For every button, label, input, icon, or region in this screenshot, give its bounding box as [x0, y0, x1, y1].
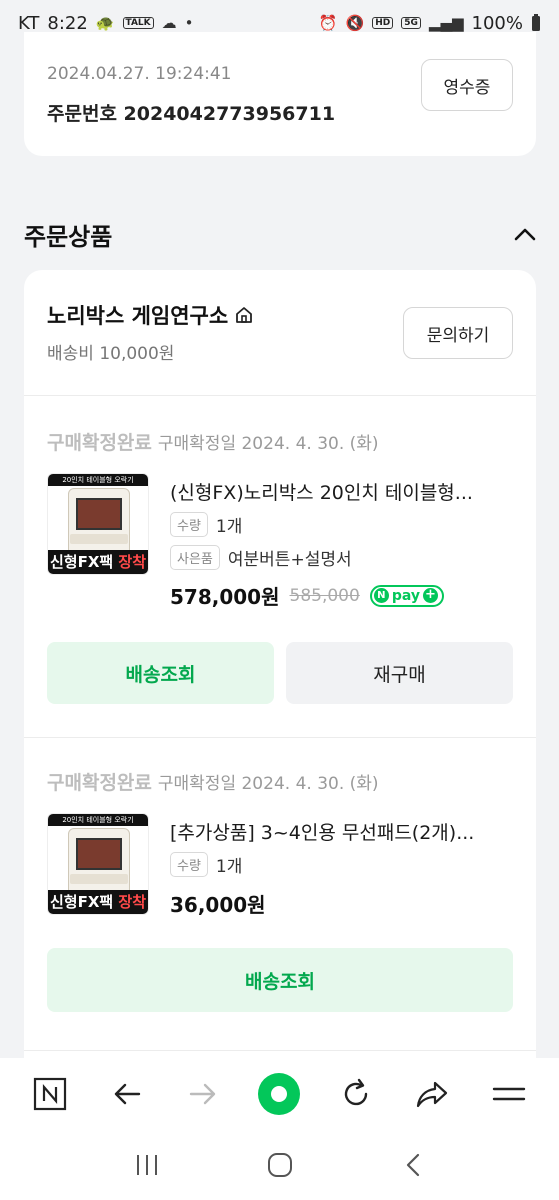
- clock: 8:22: [47, 12, 88, 34]
- green-dot-icon: [258, 1073, 301, 1115]
- more-dot-icon: •: [184, 14, 194, 32]
- order-products-card: 노리박스 게임연구소 배송비 10,000원 문의하기 구매확정완료 구매확정일 …: [24, 270, 536, 1070]
- chevron-up-icon[interactable]: [510, 220, 540, 250]
- mute-icon: 🔇: [345, 14, 365, 32]
- thumbnail-top-label: 20인치 테이블형 오락기: [48, 474, 148, 486]
- refresh-icon: [344, 1078, 368, 1106]
- arrow-left-icon: [114, 1083, 140, 1105]
- thumbnail-top-label: 20인치 테이블형 오락기: [48, 814, 148, 826]
- item-status-line: 구매확정완료 구매확정일 2024. 4. 30. (화): [47, 428, 379, 455]
- price-row: 36,000원: [170, 889, 266, 918]
- thumbnail-badge-accent: 장착: [118, 553, 147, 571]
- back-button[interactable]: [103, 1070, 151, 1118]
- thumbnail-badge-text: 신형FX팩: [49, 893, 114, 911]
- order-datetime: 2024.04.27. 19:24:41: [47, 64, 232, 84]
- thumbnail-bottom-label: 신형FX팩 장착: [48, 890, 148, 914]
- turtle-icon: 🐢: [95, 14, 115, 32]
- browser-toolbar: [0, 1058, 559, 1130]
- back-nav-button[interactable]: [389, 1141, 437, 1189]
- npay-plus-icon: +: [422, 588, 438, 603]
- product-name[interactable]: (신형FX)노리박스 20인치 테이블형...: [170, 478, 515, 505]
- gift-tag: 사은품: [170, 545, 220, 570]
- recent-apps-button[interactable]: [123, 1141, 171, 1189]
- divider: [24, 395, 536, 396]
- battery-icon: [532, 14, 540, 31]
- receipt-button[interactable]: 영수증: [421, 59, 513, 111]
- inquiry-button[interactable]: 문의하기: [403, 307, 513, 359]
- arcade-panel-image: [70, 534, 128, 544]
- talk-icon: TALK: [122, 17, 154, 29]
- original-price: 585,000: [289, 585, 360, 606]
- hd-icon: HD: [372, 17, 394, 29]
- product-name[interactable]: [추가상품] 3~4인용 무선패드(2개)...: [170, 818, 515, 845]
- quantity-tag: 수량: [170, 512, 208, 537]
- divider: [24, 737, 536, 738]
- thumbnail-bottom-label: 신형FX팩 장착: [48, 550, 148, 574]
- network-icon: 5G: [401, 17, 421, 29]
- arcade-screen-image: [76, 838, 122, 870]
- menu-button[interactable]: [485, 1070, 533, 1118]
- price: 36,000원: [170, 893, 266, 917]
- menu-icon: [492, 1087, 525, 1101]
- home-button[interactable]: [256, 1141, 304, 1189]
- purchase-status: 구매확정완료: [47, 772, 152, 794]
- naver-home-button[interactable]: [26, 1070, 74, 1118]
- thumbnail-badge-text: 신형FX팩: [49, 553, 114, 571]
- reorder-button[interactable]: 재구매: [286, 642, 513, 704]
- product-thumbnail[interactable]: 20인치 테이블형 오락기 신형FX팩 장착: [47, 473, 149, 575]
- quantity-row: 수량 1개: [170, 512, 242, 537]
- purchase-status: 구매확정완료: [47, 432, 152, 454]
- track-delivery-button[interactable]: 배송조회: [47, 948, 513, 1012]
- green-dot-button[interactable]: [255, 1070, 303, 1118]
- share-icon: [417, 1081, 448, 1108]
- recent-apps-icon: [136, 1155, 157, 1175]
- forward-button[interactable]: [179, 1070, 227, 1118]
- naver-n-icon: [34, 1077, 67, 1111]
- gift-row: 사은품 여분버튼+설명서: [170, 545, 352, 570]
- home-circle-icon: [267, 1153, 292, 1177]
- price: 578,000원: [170, 585, 280, 609]
- carrier: KT: [18, 12, 40, 34]
- quantity-tag: 수량: [170, 852, 208, 877]
- order-info-card: 2024.04.27. 19:24:41 주문번호 20240427739567…: [24, 32, 536, 156]
- arcade-panel-image: [70, 874, 128, 884]
- store-home-icon[interactable]: [234, 305, 254, 325]
- item-status-line: 구매확정완료 구매확정일 2024. 4. 30. (화): [47, 768, 379, 795]
- order-number: 주문번호 2024042773956711: [47, 103, 336, 125]
- npay-badge: N pay +: [369, 584, 444, 607]
- quantity-value: 1개: [215, 857, 243, 877]
- system-nav-bar: [0, 1130, 559, 1200]
- shipping-fee: 배송비 10,000원: [47, 344, 175, 364]
- alarm-icon: ⏰: [318, 14, 338, 32]
- npay-label: pay: [391, 587, 420, 604]
- signal-icon: ▂▄▆: [428, 14, 464, 32]
- arcade-screen-image: [76, 498, 122, 530]
- share-button[interactable]: [408, 1070, 456, 1118]
- price-row: 578,000원 585,000 N pay +: [170, 581, 444, 610]
- gift-value: 여분버튼+설명서: [227, 550, 352, 570]
- confirm-date: 구매확정일 2024. 4. 30. (화): [157, 774, 379, 794]
- arrow-right-icon: [189, 1083, 216, 1105]
- quantity-value: 1개: [215, 517, 243, 537]
- track-delivery-button[interactable]: 배송조회: [47, 642, 274, 704]
- refresh-button[interactable]: [332, 1070, 380, 1118]
- npay-n-icon: N: [373, 588, 389, 603]
- confirm-date: 구매확정일 2024. 4. 30. (화): [157, 434, 379, 454]
- cloud-icon: ☁: [161, 14, 177, 32]
- thumbnail-badge-accent: 장착: [118, 893, 147, 911]
- seller-name[interactable]: 노리박스 게임연구소: [47, 300, 228, 330]
- product-thumbnail[interactable]: 20인치 테이블형 오락기 신형FX팩 장착: [47, 813, 149, 915]
- seller-header[interactable]: 노리박스 게임연구소: [47, 300, 254, 330]
- battery-level: 100%: [471, 12, 523, 34]
- section-title: 주문상품: [24, 223, 113, 251]
- divider: [24, 1050, 536, 1051]
- quantity-row: 수량 1개: [170, 852, 242, 877]
- chevron-left-icon: [406, 1153, 419, 1177]
